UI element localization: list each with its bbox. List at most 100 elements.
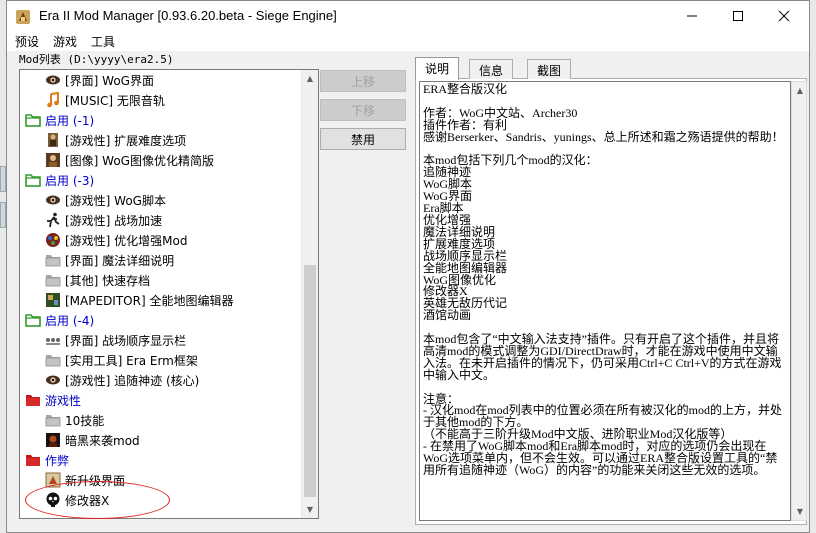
tree-item[interactable]: [MUSIC] 无限音轨 (45, 90, 165, 110)
folder-gray-icon (45, 252, 61, 268)
minimize-button[interactable] (669, 1, 715, 31)
menu-tools[interactable]: 工具 (91, 33, 115, 50)
tree-group[interactable]: 作弊 (25, 450, 69, 470)
description-line: 酒馆动画 (423, 308, 472, 323)
tree-label: [其他] 快速存档 (65, 273, 151, 288)
description-line: 追随神迹 (423, 165, 472, 180)
tree-label: [MUSIC] 无限音轨 (65, 93, 165, 108)
description-line: WoG脚本 (423, 177, 473, 192)
tree-item[interactable]: [游戏性] 追随神迹 (核心) (45, 370, 199, 390)
tree-scrollbar[interactable]: ▲ ▼ (301, 70, 318, 518)
tree-item[interactable]: [其他] 快速存档 (45, 270, 150, 290)
description-line: - 汉化mod在mod列表中的位置必须在所有被汉化的mod的上方，并处于其他mo… (423, 403, 783, 430)
tree-item[interactable]: 10技能 (45, 410, 104, 430)
tree-label: [游戏性] WoG脚本 (65, 193, 166, 208)
folder-gray-icon (45, 272, 61, 288)
description-line: WoG图像优化 (423, 272, 497, 287)
folder-gray-icon (45, 352, 61, 368)
scroll-up-icon[interactable]: ▲ (302, 70, 318, 87)
tree-group[interactable]: 游戏性 (25, 390, 81, 410)
description-line: 本mod包含了“中文输入法支持”插件。只有开启了这个插件，并且将高清mod的模式… (423, 332, 782, 382)
tree-label: 启用 (-4) (45, 313, 95, 328)
tree-group[interactable]: 启用 (-3) (25, 170, 94, 190)
description-line (423, 382, 787, 394)
move-up-button[interactable]: 上移 (320, 70, 406, 92)
tree-item[interactable]: [界面] WoG界面 (45, 70, 154, 90)
description-text[interactable]: ERA整合版汉化 作者：WoG中文站、Archer30 插件作者：有利 感谢Bers… (419, 81, 791, 521)
tab-description[interactable]: 说明 (415, 57, 460, 80)
scroll-down-icon[interactable]: ▼ (792, 503, 808, 520)
description-scrollbar[interactable]: ▲ ▼ (791, 81, 807, 521)
tree-label: [界面] 魔法详细说明 (65, 253, 175, 268)
description-line: WoG界面 (423, 189, 473, 204)
window-title: Era II Mod Manager [0.93.6.20.beta - Sie… (39, 8, 337, 23)
maximize-icon (733, 11, 743, 21)
tree-item[interactable]: 暗黑来袭mod (45, 430, 140, 450)
units-row-icon (45, 332, 61, 348)
tree-label: [界面] WoG界面 (65, 73, 154, 88)
description-line: - 在禁用了WoG脚本mod和Era脚本mod时，对应的选项仍会出现在WoG选项… (423, 439, 778, 477)
dark-portrait-icon (45, 432, 61, 448)
mod-tree[interactable]: 修改器X 新升级界面 作弊 暗黑来袭mod 10技能 游戏性 [游戏性] 追随神迹 (核心)… (19, 69, 319, 519)
eye-icon (45, 72, 61, 88)
tree-item[interactable]: [界面] 战场顺序显示栏 (45, 330, 186, 350)
annotation-ellipse (25, 481, 170, 519)
close-icon (778, 10, 790, 22)
description-line: Era脚本 (423, 201, 464, 216)
folder-red-icon (25, 392, 41, 408)
disable-button[interactable]: 禁用 (320, 128, 406, 150)
app-icon (16, 10, 30, 24)
tree-item[interactable]: [游戏性] 优化增强Mod (45, 230, 188, 250)
description-line: 英雄无敌历代记 (423, 296, 508, 311)
folder-gray-icon (45, 412, 61, 428)
scroll-up-icon[interactable]: ▲ (792, 82, 808, 99)
tree-label: 10技能 (65, 413, 105, 428)
folder-red-icon (25, 452, 41, 468)
tree-item[interactable]: [游戏性] 扩展难度选项 (45, 130, 186, 150)
mod-manager-window: Era II Mod Manager [0.93.6.20.beta - Sie… (6, 0, 810, 533)
folder-green-icon (25, 312, 41, 328)
gem-icon (45, 232, 61, 248)
tree-label: [游戏性] 优化增强Mod (65, 233, 188, 248)
description-line: 感谢Berserker、Sandris、yunings、总上所述和霜之殇语提供的… (423, 129, 784, 144)
tree-item[interactable]: [游戏性] 战场加速 (45, 210, 162, 230)
move-down-button[interactable]: 下移 (320, 99, 406, 121)
tree-label: [MAPEDITOR] 全能地图编辑器 (65, 293, 234, 308)
tree-item[interactable]: [MAPEDITOR] 全能地图编辑器 (45, 290, 233, 310)
tree-label: 游戏性 (45, 393, 82, 408)
folder-green-icon (25, 112, 41, 128)
eye-icon (45, 372, 61, 388)
tree-label: [游戏性] 追随神迹 (核心) (65, 373, 200, 388)
folder-green-icon (25, 172, 41, 188)
runner-icon (45, 212, 61, 228)
tree-label: 启用 (-3) (45, 173, 95, 188)
title-bar: Era II Mod Manager [0.93.6.20.beta - Sie… (7, 1, 809, 31)
tree-label: 暗黑来袭mod (65, 433, 140, 448)
tree-group[interactable]: 启用 (-4) (25, 310, 94, 330)
tree-label: 启用 (-1) (45, 113, 95, 128)
scroll-down-icon[interactable]: ▼ (302, 501, 318, 518)
map-icon (45, 292, 61, 308)
tab-screenshots[interactable]: 截图 (527, 59, 572, 79)
music-icon (45, 92, 61, 108)
tree-group[interactable]: 启用 (-1) (25, 110, 94, 130)
menu-game[interactable]: 游戏 (53, 33, 77, 50)
minimize-icon (687, 15, 697, 17)
tree-label: [实用工具] Era Erm框架 (65, 353, 198, 368)
close-button[interactable] (761, 1, 807, 31)
tree-item[interactable]: [图像] WoG图像优化精简版 (45, 150, 214, 170)
tree-label: [界面] 战场顺序显示栏 (65, 333, 187, 348)
tree-item[interactable]: [游戏性] WoG脚本 (45, 190, 166, 210)
unit-icon (45, 132, 61, 148)
description-line: 本mod包括下列几个mod的汉化： (423, 153, 598, 168)
menu-presets[interactable]: 预设 (15, 33, 39, 50)
maximize-button[interactable] (715, 1, 761, 31)
menu-bar: 预设 游戏 工具 (7, 31, 809, 51)
tree-item[interactable]: [实用工具] Era Erm框架 (45, 350, 198, 370)
tree-label: [游戏性] 战场加速 (65, 213, 163, 228)
tree-item[interactable]: [界面] 魔法详细说明 (45, 250, 174, 270)
tree-label: [游戏性] 扩展难度选项 (65, 133, 187, 148)
description-line: ERA整合版汉化 (423, 82, 508, 96)
scroll-thumb[interactable] (304, 265, 316, 497)
tab-info[interactable]: 信息 (469, 59, 514, 79)
